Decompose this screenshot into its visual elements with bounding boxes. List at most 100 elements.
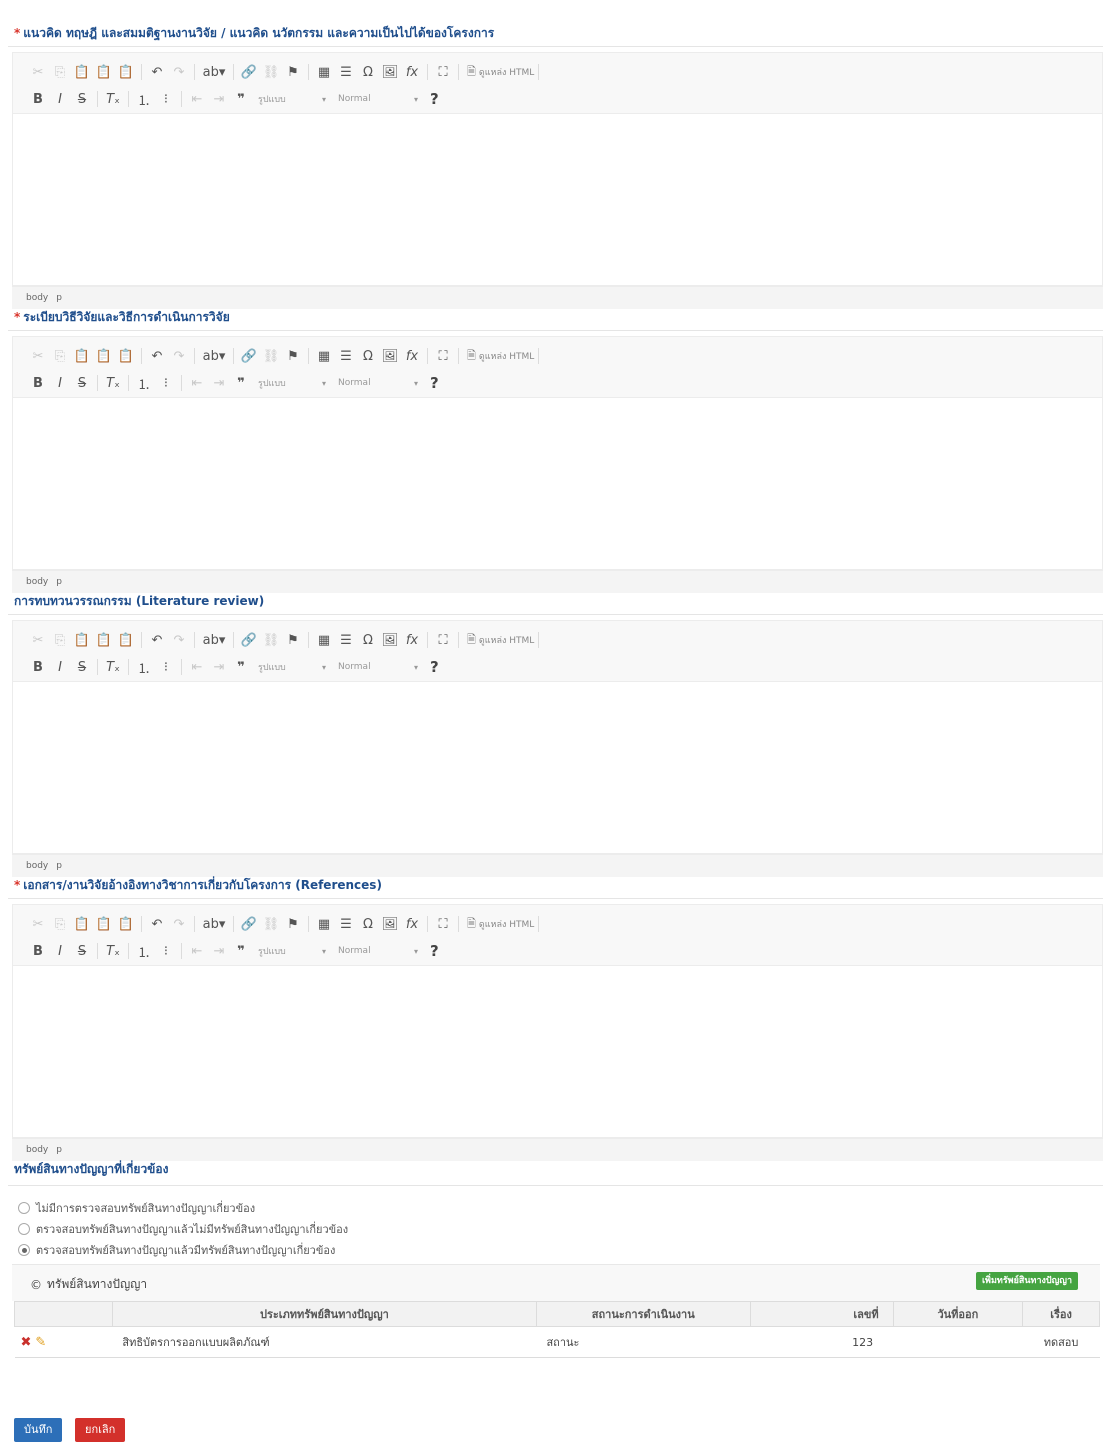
blockquote-icon[interactable]: ❞: [230, 940, 252, 962]
bold-icon[interactable]: B: [27, 372, 49, 394]
bold-icon[interactable]: B: [27, 88, 49, 110]
outdent-icon[interactable]: ⇤: [186, 88, 208, 110]
copy-icon[interactable]: ⎘: [49, 913, 71, 935]
unlink-icon[interactable]: ⛓: [260, 345, 282, 367]
add-ip-button[interactable]: เพิ่มทรัพย์สินทางปัญญา: [975, 1272, 1078, 1290]
bullet-list-icon[interactable]: ⁝: [155, 940, 177, 962]
anchor-icon[interactable]: ⚑: [282, 913, 304, 935]
table-icon[interactable]: ▦: [313, 61, 335, 83]
paste-word-icon[interactable]: 📋: [115, 61, 137, 83]
rich-text-editor[interactable]: ✂ ⎘ 📋 📋 📋 ↶ ↷ ab▾ 🔗 ⛓ ⚑ ▦ ☰ Ω 🖼 fx ⛶ 🗎 ด…: [12, 52, 1103, 286]
radio-button[interactable]: [18, 1202, 30, 1214]
indent-icon[interactable]: ⇥: [208, 88, 230, 110]
indent-icon[interactable]: ⇥: [208, 940, 230, 962]
maximize-icon[interactable]: ⛶: [432, 345, 454, 367]
bullet-list-icon[interactable]: ⁝: [155, 372, 177, 394]
format-select[interactable]: รูปแบบ ▾: [252, 941, 332, 961]
source-button[interactable]: 🗎 ดูแหล่ง HTML: [467, 915, 534, 934]
cut-icon[interactable]: ✂: [27, 61, 49, 83]
image-icon[interactable]: 🖼: [379, 629, 401, 651]
numbered-list-icon[interactable]: ⒈: [133, 372, 155, 394]
special-char-icon[interactable]: Ω: [357, 629, 379, 651]
delete-icon[interactable]: ✖: [21, 1335, 32, 1350]
spellcheck-icon[interactable]: ab▾: [199, 629, 229, 651]
numbered-list-icon[interactable]: ⒈: [133, 656, 155, 678]
numbered-list-icon[interactable]: ⒈: [133, 940, 155, 962]
editor-content[interactable]: [13, 682, 1102, 853]
copy-icon[interactable]: ⎘: [49, 629, 71, 651]
undo-icon[interactable]: ↶: [146, 913, 168, 935]
editor-content[interactable]: [13, 398, 1102, 569]
unlink-icon[interactable]: ⛓: [260, 61, 282, 83]
image-icon[interactable]: 🖼: [379, 345, 401, 367]
formula-icon[interactable]: fx: [401, 913, 423, 935]
radio-button[interactable]: [18, 1244, 30, 1256]
paste-icon[interactable]: 📋: [71, 345, 93, 367]
ip-option-checked-exists[interactable]: ตรวจสอบทรัพย์สินทางปัญญาแล้วมีทรัพย์สินท…: [18, 1241, 335, 1259]
spellcheck-icon[interactable]: ab▾: [199, 913, 229, 935]
edit-icon[interactable]: ✎: [35, 1335, 46, 1350]
source-button[interactable]: 🗎 ดูแหล่ง HTML: [467, 631, 534, 650]
remove-format-icon[interactable]: Tₓ: [102, 88, 124, 110]
italic-icon[interactable]: I: [49, 88, 71, 110]
anchor-icon[interactable]: ⚑: [282, 629, 304, 651]
strike-icon[interactable]: S: [71, 372, 93, 394]
horizontal-line-icon[interactable]: ☰: [335, 913, 357, 935]
table-icon[interactable]: ▦: [313, 629, 335, 651]
rich-text-editor[interactable]: ✂ ⎘ 📋 📋 📋 ↶ ↷ ab▾ 🔗 ⛓ ⚑ ▦ ☰ Ω 🖼 fx ⛶ 🗎 ด…: [12, 336, 1103, 570]
size-select[interactable]: Normal ▾: [332, 941, 424, 961]
paste-word-icon[interactable]: 📋: [115, 629, 137, 651]
redo-icon[interactable]: ↷: [168, 913, 190, 935]
special-char-icon[interactable]: Ω: [357, 913, 379, 935]
size-select[interactable]: Normal ▾: [332, 373, 424, 393]
maximize-icon[interactable]: ⛶: [432, 61, 454, 83]
spellcheck-icon[interactable]: ab▾: [199, 345, 229, 367]
special-char-icon[interactable]: Ω: [357, 345, 379, 367]
bullet-list-icon[interactable]: ⁝: [155, 88, 177, 110]
rich-text-editor[interactable]: ✂ ⎘ 📋 📋 📋 ↶ ↷ ab▾ 🔗 ⛓ ⚑ ▦ ☰ Ω 🖼 fx ⛶ 🗎 ด…: [12, 904, 1103, 1138]
format-select[interactable]: รูปแบบ ▾: [252, 89, 332, 109]
maximize-icon[interactable]: ⛶: [432, 913, 454, 935]
cut-icon[interactable]: ✂: [27, 629, 49, 651]
help-icon[interactable]: ?: [430, 942, 439, 960]
editor-content[interactable]: [13, 966, 1102, 1137]
paste-text-icon[interactable]: 📋: [93, 61, 115, 83]
help-icon[interactable]: ?: [430, 658, 439, 676]
redo-icon[interactable]: ↷: [168, 345, 190, 367]
remove-format-icon[interactable]: Tₓ: [102, 372, 124, 394]
horizontal-line-icon[interactable]: ☰: [335, 629, 357, 651]
special-char-icon[interactable]: Ω: [357, 61, 379, 83]
italic-icon[interactable]: I: [49, 372, 71, 394]
numbered-list-icon[interactable]: ⒈: [133, 88, 155, 110]
format-select[interactable]: รูปแบบ ▾: [252, 373, 332, 393]
horizontal-line-icon[interactable]: ☰: [335, 345, 357, 367]
source-button[interactable]: 🗎 ดูแหล่ง HTML: [467, 347, 534, 366]
spellcheck-icon[interactable]: ab▾: [199, 61, 229, 83]
maximize-icon[interactable]: ⛶: [432, 629, 454, 651]
rich-text-editor[interactable]: ✂ ⎘ 📋 📋 📋 ↶ ↷ ab▾ 🔗 ⛓ ⚑ ▦ ☰ Ω 🖼 fx ⛶ 🗎 ด…: [12, 620, 1103, 854]
cut-icon[interactable]: ✂: [27, 345, 49, 367]
outdent-icon[interactable]: ⇤: [186, 940, 208, 962]
formula-icon[interactable]: fx: [401, 345, 423, 367]
undo-icon[interactable]: ↶: [146, 345, 168, 367]
paste-text-icon[interactable]: 📋: [93, 345, 115, 367]
blockquote-icon[interactable]: ❞: [230, 372, 252, 394]
image-icon[interactable]: 🖼: [379, 61, 401, 83]
help-icon[interactable]: ?: [430, 374, 439, 392]
paste-icon[interactable]: 📋: [71, 61, 93, 83]
strike-icon[interactable]: S: [71, 940, 93, 962]
source-button[interactable]: 🗎 ดูแหล่ง HTML: [467, 63, 534, 82]
link-icon[interactable]: 🔗: [238, 913, 260, 935]
italic-icon[interactable]: I: [49, 940, 71, 962]
remove-format-icon[interactable]: Tₓ: [102, 656, 124, 678]
size-select[interactable]: Normal ▾: [332, 89, 424, 109]
unlink-icon[interactable]: ⛓: [260, 913, 282, 935]
strike-icon[interactable]: S: [71, 88, 93, 110]
help-icon[interactable]: ?: [430, 90, 439, 108]
save-button[interactable]: บันทึก: [14, 1418, 63, 1442]
link-icon[interactable]: 🔗: [238, 629, 260, 651]
size-select[interactable]: Normal ▾: [332, 657, 424, 677]
image-icon[interactable]: 🖼: [379, 913, 401, 935]
redo-icon[interactable]: ↷: [168, 629, 190, 651]
link-icon[interactable]: 🔗: [238, 345, 260, 367]
